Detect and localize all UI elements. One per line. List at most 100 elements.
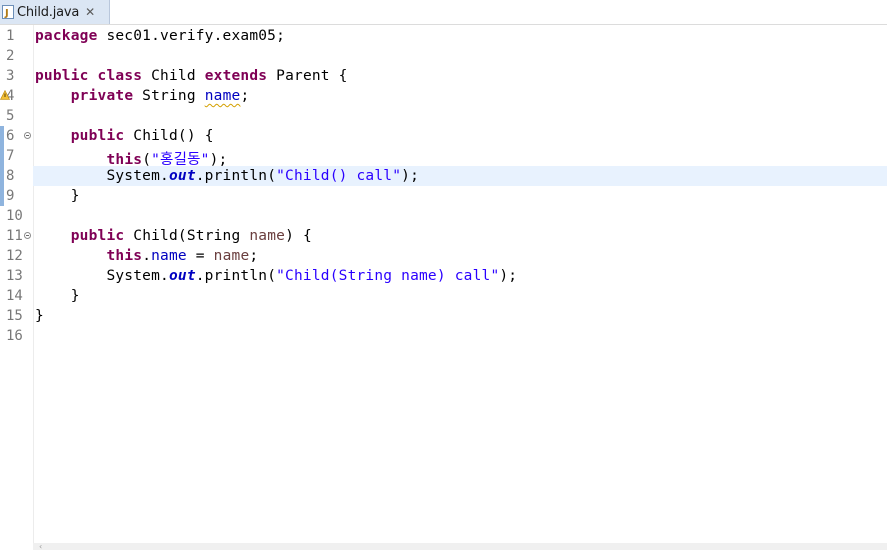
code-token: name [204,88,241,104]
tab-label: Child.java [17,4,80,20]
code-text[interactable]: public Child() { [35,128,214,144]
code-line[interactable]: 13 System.out.println("Child(String name… [0,266,887,286]
code-line[interactable]: 4 private String name; [0,86,887,106]
code-token: "Child(String name) call" [276,268,500,284]
line-number: 15 [6,308,23,324]
code-token: public [35,68,89,84]
code-line[interactable]: 12 this.name = name; [0,246,887,266]
code-line[interactable]: 7 this("홍길동"); [0,146,887,168]
line-number-cell[interactable]: 2 [0,46,33,66]
code-line[interactable]: 6 public Child() { [0,126,887,146]
code-token: ) { [285,228,312,244]
code-token: name [213,248,250,264]
code-token: .println( [195,268,277,284]
code-line[interactable]: 15} [0,306,887,326]
line-number-cell[interactable]: 15 [0,306,33,326]
line-number-cell[interactable]: 1 [0,26,33,46]
fold-collapse-icon[interactable] [24,132,31,139]
code-token: String [133,88,205,104]
line-number-cell[interactable]: 11 [0,226,33,246]
line-number: 11 [6,228,23,244]
code-token: public [70,128,125,144]
java-file-icon: J [2,5,14,19]
line-number: 13 [6,268,23,284]
code-text[interactable]: } [35,308,44,324]
line-number-cell[interactable]: 3 [0,66,33,86]
line-number: 5 [6,108,15,124]
code-token: .println( [195,168,277,184]
scroll-left-icon[interactable]: ‹ [39,543,42,551]
close-icon[interactable]: ✕ [85,5,95,19]
line-number: 1 [6,28,15,44]
code-line[interactable]: 10 [0,206,887,226]
code-token: Parent { [267,68,348,84]
code-token: System. [35,168,169,184]
line-number: 7 [6,148,15,164]
code-token: Child [142,68,205,84]
code-token: private [70,88,134,104]
code-line[interactable]: 5 [0,106,887,126]
line-number-cell[interactable]: 13 [0,266,33,286]
code-token: System. [35,268,169,284]
code-line[interactable]: 9 } [0,186,887,206]
code-token: this [106,248,143,264]
code-line[interactable]: 3 public class Child extends Parent { [0,66,887,86]
line-number-cell[interactable]: 12 [0,246,33,266]
code-text[interactable]: this.name = name; [35,248,258,264]
line-number-cell[interactable]: 7 [0,146,33,166]
code-text[interactable]: } [35,188,80,204]
code-line[interactable]: 8 System.out.println("Child() call"); [0,166,887,186]
fold-collapse-icon[interactable] [24,232,31,239]
svg-text:J: J [4,8,9,19]
code-line[interactable]: 14 } [0,286,887,306]
code-token: } [35,308,44,324]
code-token: Child(String [124,228,250,244]
code-token: extends [204,68,268,84]
code-line[interactable]: 1 package sec01.verify.exam05; [0,26,887,46]
warning-icon[interactable] [0,90,10,100]
line-number-cell[interactable]: 10 [0,206,33,226]
code-token: package [35,28,98,44]
line-number: 16 [6,328,23,344]
line-number-cell[interactable]: 6 [0,126,33,146]
code-text[interactable]: System.out.println("Child() call"); [35,168,419,184]
horizontal-scrollbar[interactable]: ‹ [33,543,887,551]
code-token: ); [401,168,420,184]
code-line[interactable]: 16 [0,326,887,346]
line-number: 10 [6,208,23,224]
code-text[interactable]: package sec01.verify.exam05; [35,28,285,44]
code-token: out [168,168,196,184]
code-text[interactable]: public class Child extends Parent { [35,68,348,84]
line-number: 9 [6,188,15,204]
code-token: name [249,228,286,244]
line-number: 3 [6,68,15,84]
line-number-cell[interactable]: 8 [0,166,33,186]
line-number-cell[interactable]: 5 [0,106,33,126]
line-number: 12 [6,248,23,264]
code-token: "Child() call" [276,168,402,184]
line-number: 8 [6,168,15,184]
code-editor[interactable]: 1 package sec01.verify.exam05; 2 3 public cl… [0,25,887,543]
line-number-cell[interactable]: 16 [0,326,33,346]
code-line[interactable]: 11 public Child(String name) { [0,226,887,246]
code-token: } [35,288,80,304]
code-token: ; [240,88,250,104]
line-number-cell[interactable]: 14 [0,286,33,306]
code-token: out [168,268,196,284]
line-number-cell[interactable]: 4 [0,86,33,106]
line-number-cell[interactable]: 9 [0,186,33,206]
code-text[interactable]: } [35,288,80,304]
code-line[interactable]: 2 [0,46,887,66]
code-token: } [35,188,80,204]
code-text[interactable]: private String name; [35,88,249,104]
line-number: 6 [6,128,15,144]
code-text[interactable]: public Child(String name) { [35,228,312,244]
code-token: sec01.verify.exam05; [97,28,286,44]
tab-child-java[interactable]: J Child.java ✕ [0,0,110,24]
code-text[interactable]: System.out.println("Child(String name) c… [35,268,517,284]
